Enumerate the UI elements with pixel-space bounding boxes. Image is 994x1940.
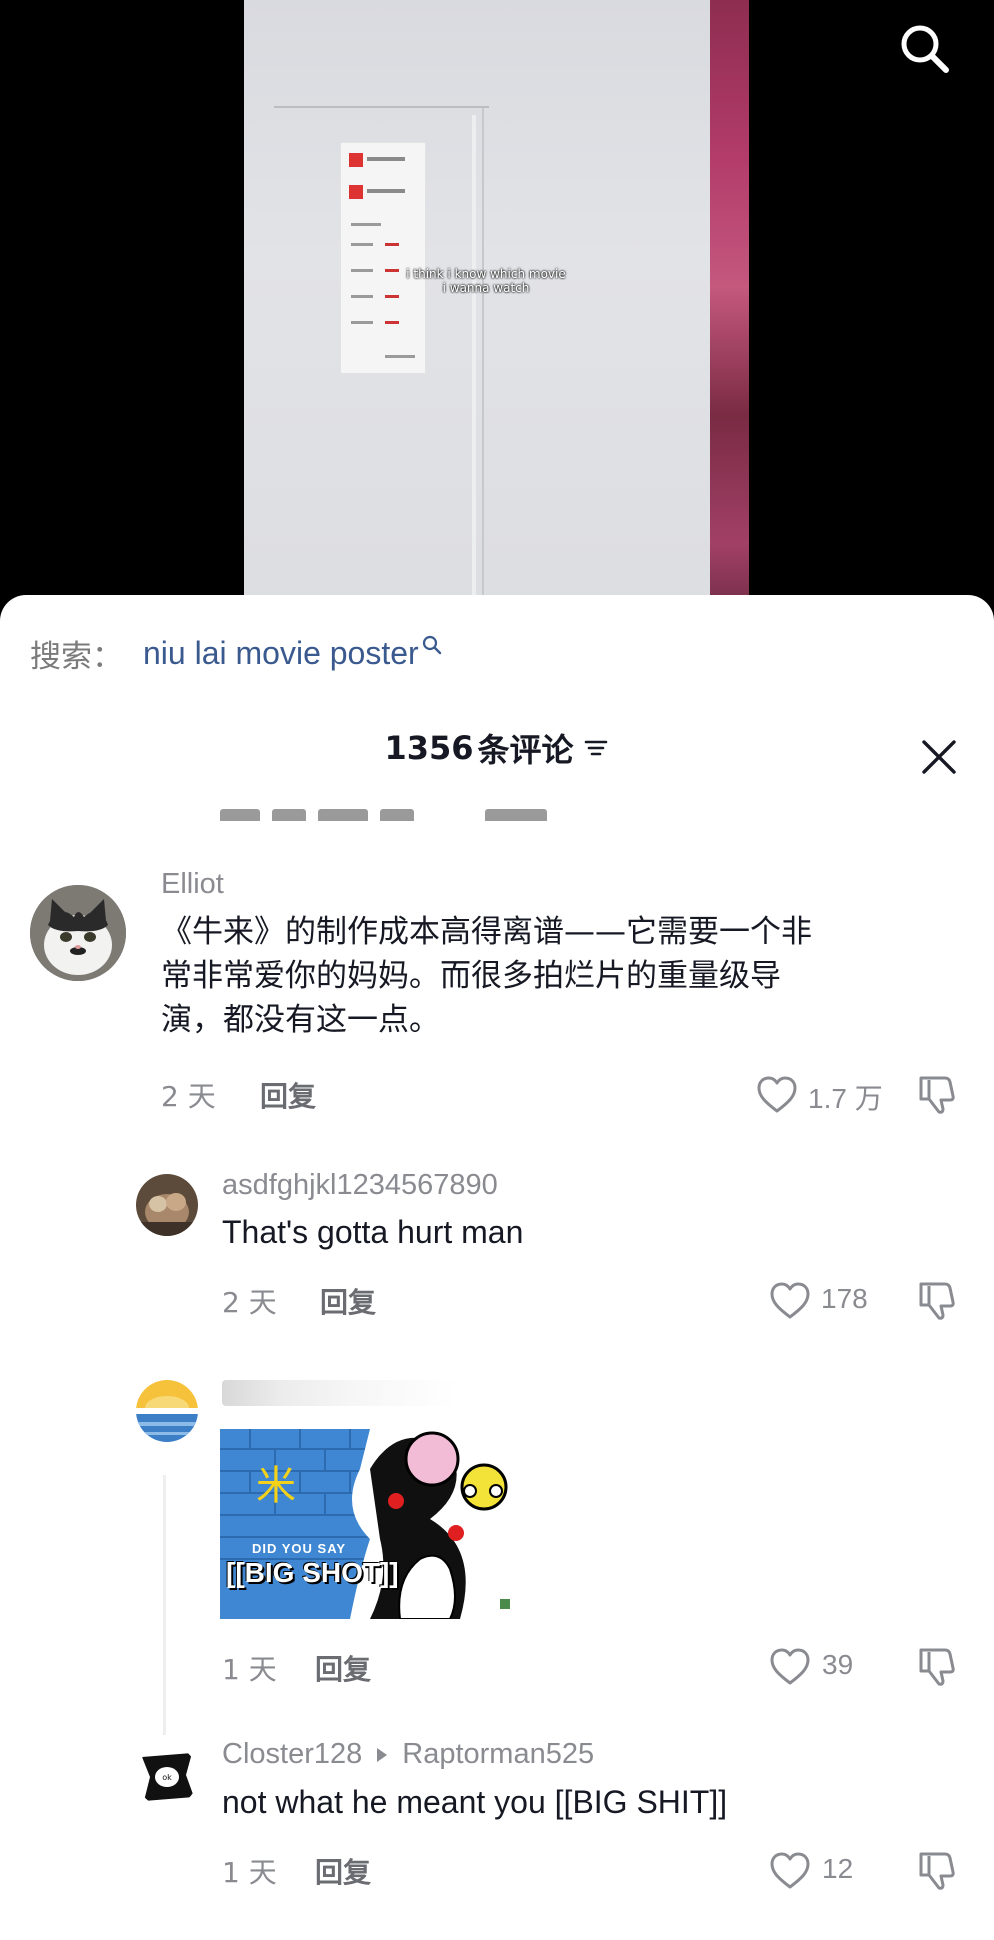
sign-text-line: [351, 321, 373, 324]
comment-count: 1356: [384, 729, 474, 767]
dislike-icon[interactable]: [915, 1278, 959, 1322]
user-avatar-icon: [136, 1174, 198, 1236]
reply-button[interactable]: 回复: [260, 1075, 316, 1115]
reply-to-username[interactable]: Raptorman525: [402, 1738, 594, 1771]
svg-text:ok: ok: [162, 1773, 172, 1782]
cat-avatar-icon: [30, 885, 126, 981]
meme-caption-small: DID YOU SAY: [252, 1541, 347, 1556]
comment-text: not what he meant you [[BIG SHIT]]: [222, 1784, 728, 1820]
comment-time: 1 天: [222, 1653, 277, 1686]
comment-username[interactable]: asdfghjkl1234567890: [222, 1169, 498, 1202]
related-search[interactable]: 搜索： niu lai movie poster: [30, 633, 443, 675]
avatar[interactable]: [136, 1380, 198, 1442]
heart-icon[interactable]: [768, 1281, 812, 1321]
filter-icon[interactable]: [582, 735, 610, 761]
sign-text-line: [367, 189, 405, 193]
meme-image: 米: [220, 1429, 526, 1619]
search-prefix: 搜索：: [30, 638, 123, 675]
comment-text-line: 演，都没有这一点。: [161, 1002, 440, 1038]
like-count: 12: [822, 1853, 854, 1884]
scrolled-comment-fragment: [210, 793, 590, 821]
avatar[interactable]: ok: [136, 1745, 198, 1807]
sunset-avatar-icon: [136, 1380, 198, 1442]
dislike-icon[interactable]: [915, 1848, 959, 1892]
reply-button[interactable]: 回复: [315, 1648, 371, 1688]
door-edge: [472, 115, 476, 600]
sign-text-line: [351, 243, 373, 246]
video-caption-line: i think i know which movie: [406, 267, 566, 281]
comment-image[interactable]: 米 DID YOU SAY [[BIG SHOT]]: [220, 1429, 526, 1619]
sign-text-line: [351, 269, 373, 272]
dislike-icon[interactable]: [915, 1644, 959, 1688]
user-avatar-icon: ok: [136, 1745, 198, 1807]
movie-poster-edge: [710, 0, 749, 640]
search-icon[interactable]: [896, 20, 952, 76]
heart-icon[interactable]: [768, 1647, 812, 1687]
comment-username-row: Closter128 Raptorman525: [222, 1738, 594, 1771]
comment-text-line: 常非常爱你的妈妈。而很多拍烂片的重量级导: [161, 958, 781, 994]
comment-username[interactable]: Elliot: [161, 868, 224, 901]
sign-red-label: [349, 153, 363, 167]
sign-text-line: [385, 243, 399, 246]
sign-text-line: [385, 295, 399, 298]
search-icon: [422, 635, 441, 655]
like-count: 178: [821, 1283, 868, 1314]
comment-time: 2 天: [161, 1080, 216, 1113]
video-frame: i think i know which movie i wanna watch: [244, 0, 749, 640]
reply-arrow-icon: [377, 1747, 388, 1762]
sign-text-line: [367, 157, 405, 161]
like-count: 39: [822, 1649, 854, 1680]
svg-text:米: 米: [256, 1463, 296, 1509]
sign-text-line: [385, 321, 399, 324]
reply-button[interactable]: 回复: [315, 1851, 371, 1891]
comment-time: 2 天: [222, 1286, 277, 1319]
comment-sheet: 搜索： niu lai movie poster 1356 条评论 Elliot…: [0, 595, 994, 1940]
search-term-link[interactable]: niu lai movie poster: [143, 635, 419, 672]
sign-red-label: [349, 185, 363, 199]
close-icon[interactable]: [920, 738, 958, 776]
video-caption-line: i wanna watch: [442, 281, 530, 295]
video-player[interactable]: i think i know which movie i wanna watch: [0, 0, 994, 640]
like-count: 1.7 万: [808, 1083, 883, 1114]
comment-count-label: 条评论: [477, 731, 574, 769]
comment-text: 《牛来》的制作成本高得离谱——它需要一个非 常非常爱你的妈妈。而很多拍烂片的重量…: [161, 910, 961, 1042]
video-caption: i think i know which movie i wanna watch: [396, 267, 576, 295]
sign-text-line: [351, 295, 373, 298]
sign-text-line: [351, 223, 381, 226]
username-redacted: [222, 1380, 457, 1406]
heart-icon[interactable]: [755, 1075, 799, 1115]
comment-text: That's gotta hurt man: [222, 1214, 524, 1250]
instruction-sign: [340, 142, 426, 374]
comments-title[interactable]: 1356 条评论: [384, 725, 609, 771]
door-frame-top: [274, 106, 489, 108]
avatar[interactable]: [30, 885, 126, 981]
thread-line: [163, 1475, 166, 1735]
comment-username[interactable]: Closter128: [222, 1738, 362, 1771]
meme-caption-big: [[BIG SHOT]]: [226, 1557, 399, 1588]
next-comment-cutoff: [0, 1925, 994, 1940]
comments-header: 1356 条评论: [0, 725, 994, 775]
heart-icon[interactable]: [768, 1851, 812, 1891]
avatar[interactable]: [136, 1174, 198, 1236]
reply-button[interactable]: 回复: [320, 1281, 376, 1321]
door-seam: [482, 108, 484, 608]
comment-text-line: 《牛来》的制作成本高得离谱——它需要一个非: [161, 914, 812, 950]
comment-time: 1 天: [222, 1856, 277, 1889]
dislike-icon[interactable]: [915, 1072, 959, 1116]
sign-text-line: [385, 355, 415, 358]
